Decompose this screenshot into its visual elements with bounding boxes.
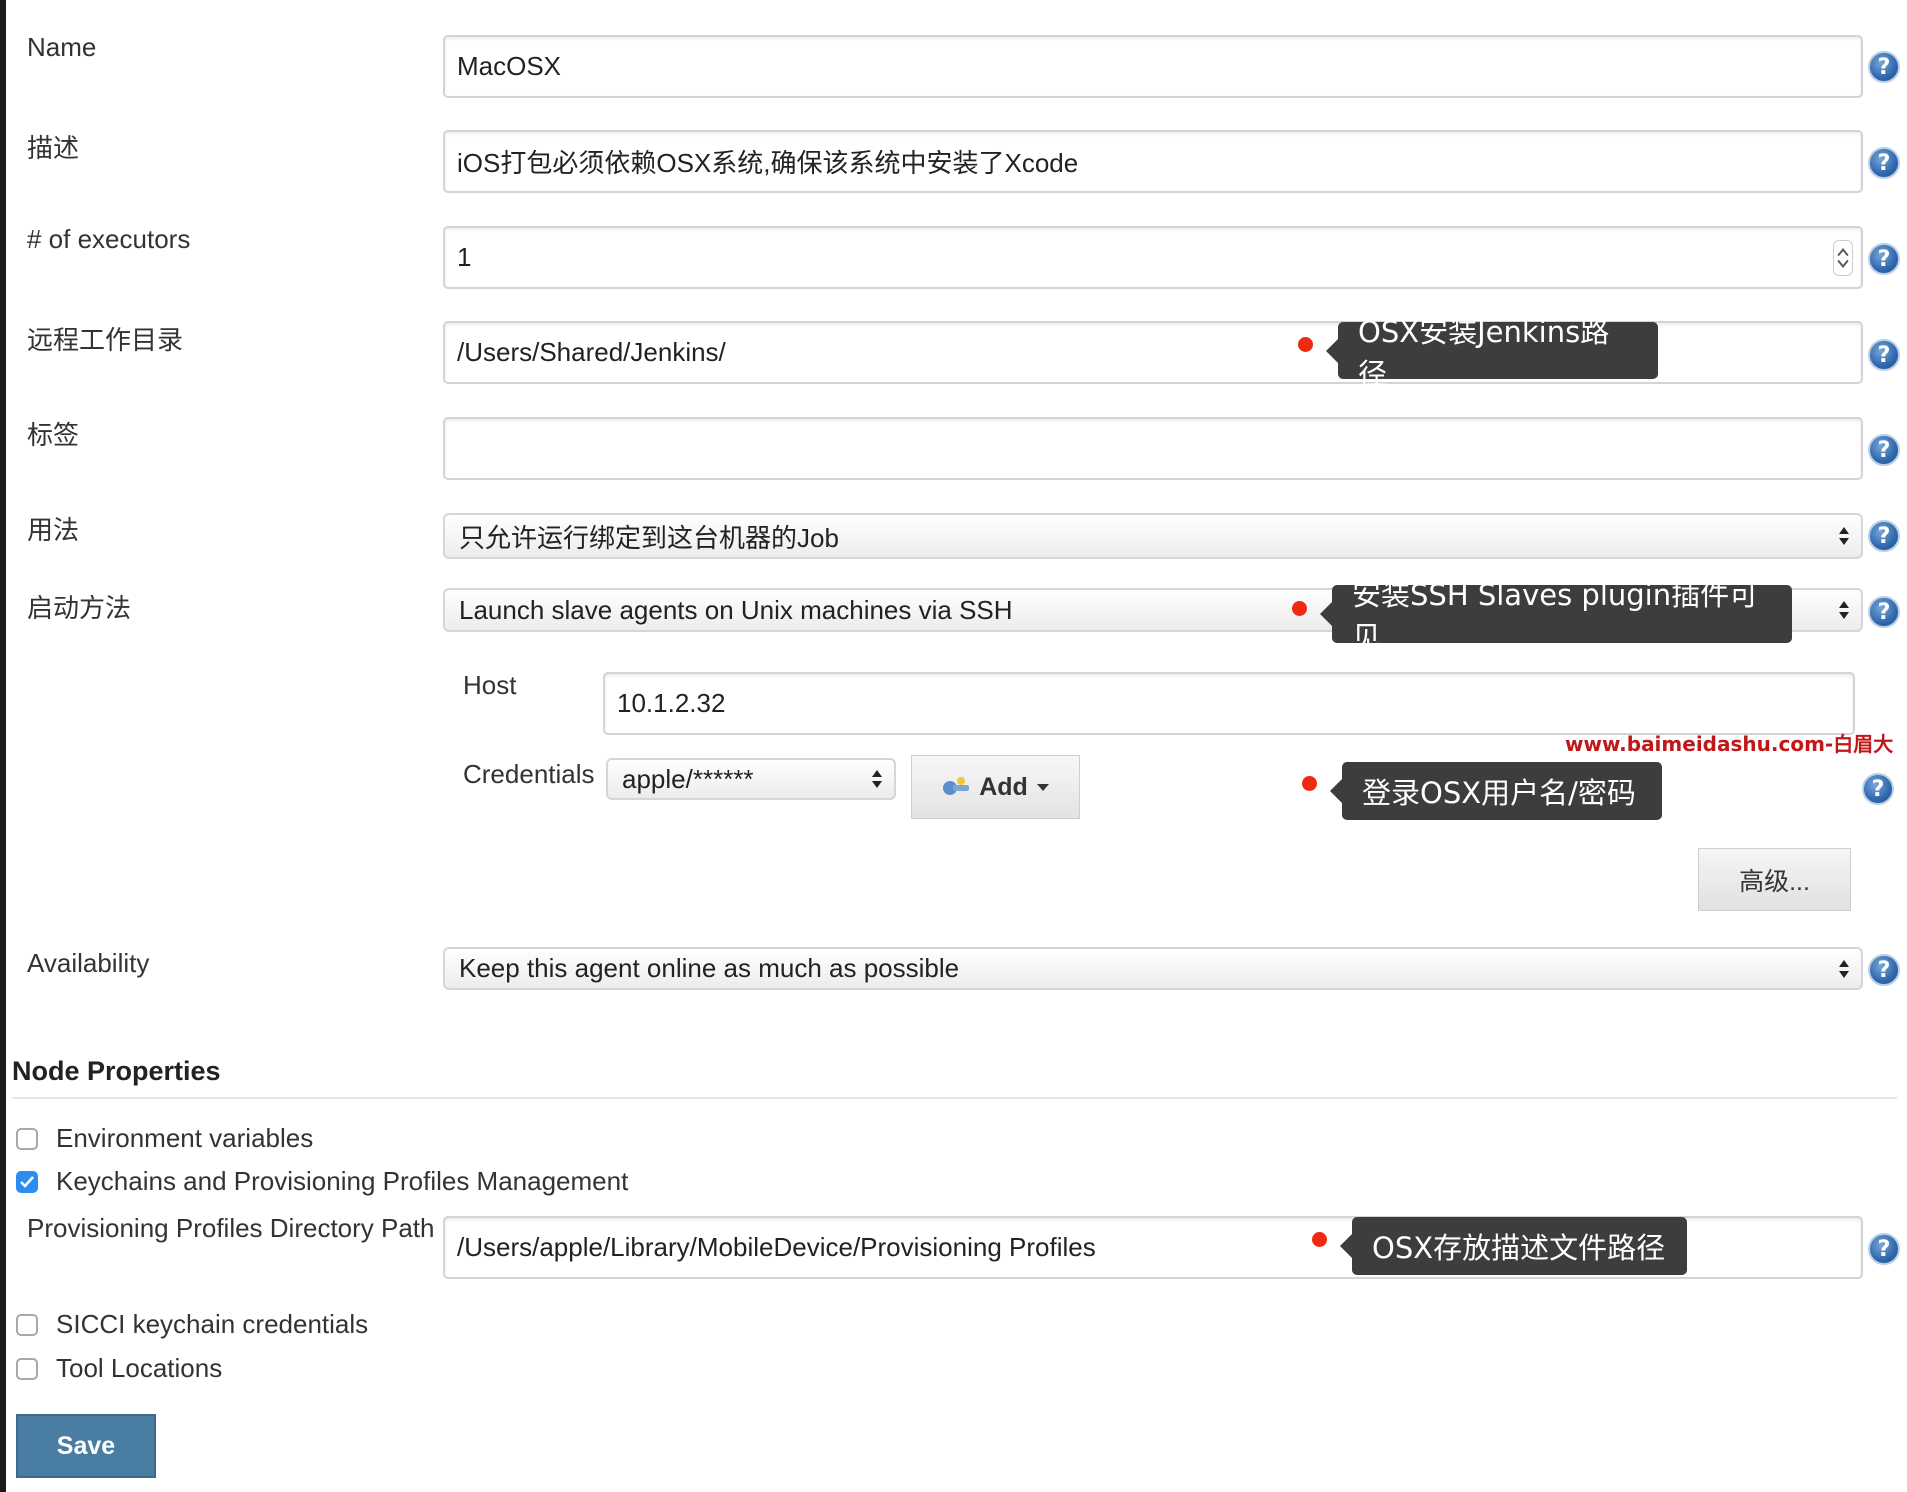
tool-locations-label: Tool Locations: [56, 1353, 223, 1383]
credentials-select[interactable]: apple/******: [606, 758, 896, 800]
left-edge-bar: [0, 0, 6, 1492]
availability-selected: Keep this agent online as much as possib…: [459, 953, 960, 983]
credentials-label: Credentials: [463, 759, 595, 789]
remote-dir-value: /Users/Shared/Jenkins/: [457, 337, 726, 367]
help-icon[interactable]: ?: [1868, 339, 1900, 371]
credentials-selected: apple/******: [622, 763, 754, 794]
tool-locations-checkbox[interactable]: [16, 1358, 38, 1380]
env-vars-checkbox[interactable]: [16, 1128, 38, 1150]
host-value: 10.1.2.32: [617, 688, 726, 718]
usage-select[interactable]: 只允许运行绑定到这台机器的Job: [443, 513, 1863, 559]
save-button[interactable]: Save: [16, 1414, 156, 1478]
help-icon[interactable]: ?: [1868, 51, 1900, 83]
node-properties-title: Node Properties: [12, 1056, 221, 1086]
launch-method-label: 启动方法: [27, 593, 132, 623]
name-input[interactable]: MacOSX: [443, 35, 1863, 98]
annotation-profiles-path: OSX存放描述文件路径: [1352, 1217, 1687, 1275]
keychains-label: Keychains and Provisioning Profiles Mana…: [56, 1166, 629, 1196]
checkmark-icon: [20, 1176, 34, 1188]
help-icon[interactable]: ?: [1868, 596, 1900, 628]
select-arrows-icon: [1839, 527, 1849, 545]
tags-label: 标签: [27, 420, 80, 450]
tags-input[interactable]: [443, 417, 1863, 480]
select-arrows-icon: [872, 770, 882, 788]
caret-down-icon: [1036, 784, 1049, 791]
availability-select[interactable]: Keep this agent online as much as possib…: [443, 947, 1863, 990]
sicci-checkbox[interactable]: [16, 1314, 38, 1336]
annotation-dot: [1292, 601, 1307, 616]
add-label: Add: [979, 772, 1028, 801]
keychains-checkbox[interactable]: [16, 1171, 38, 1193]
executors-value: 1: [457, 242, 472, 272]
prov-path-value: /Users/apple/Library/MobileDevice/Provis…: [457, 1232, 1096, 1262]
host-label: Host: [463, 670, 517, 700]
annotation-jenkins-path: OSX安装Jenkins路径: [1338, 315, 1658, 391]
launch-method-selected: Launch slave agents on Unix machines via…: [459, 594, 1013, 625]
help-icon[interactable]: ?: [1868, 434, 1900, 466]
description-value: iOS打包必须依赖OSX系统,确保该系统中安装了Xcode: [457, 148, 1079, 178]
executors-label: # of executors: [27, 224, 191, 254]
advanced-button[interactable]: 高级...: [1698, 848, 1851, 911]
executors-input[interactable]: 1: [443, 226, 1863, 289]
help-icon[interactable]: ?: [1868, 243, 1900, 275]
help-icon[interactable]: ?: [1862, 773, 1894, 805]
name-value: MacOSX: [457, 51, 562, 81]
env-vars-label: Environment variables: [56, 1123, 314, 1153]
usage-label: 用法: [27, 515, 80, 545]
annotation-dot: [1312, 1232, 1327, 1247]
sicci-label: SICCI keychain credentials: [56, 1309, 369, 1339]
key-icon: [943, 777, 970, 795]
prov-path-label: Provisioning Profiles Directory Path: [27, 1213, 435, 1243]
availability-label: Availability: [27, 948, 150, 978]
annotation-login: 登录OSX用户名/密码: [1342, 762, 1662, 820]
select-arrows-icon: [1839, 959, 1849, 978]
annotation-dot: [1298, 337, 1313, 352]
add-credentials-button[interactable]: Add: [911, 755, 1080, 819]
section-divider: [12, 1097, 1897, 1099]
description-input[interactable]: iOS打包必须依赖OSX系统,确保该系统中安装了Xcode: [443, 130, 1863, 193]
help-icon[interactable]: ?: [1868, 954, 1900, 986]
host-input[interactable]: 10.1.2.32: [603, 672, 1855, 735]
description-label: 描述: [27, 133, 80, 163]
remote-dir-label: 远程工作目录: [27, 325, 184, 355]
name-label: Name: [27, 32, 97, 62]
help-icon[interactable]: ?: [1868, 147, 1900, 179]
help-icon[interactable]: ?: [1868, 520, 1900, 552]
annotation-ssh-plugin: 安装SSH Slaves plugin插件可见: [1332, 578, 1792, 654]
select-arrows-icon: [1839, 601, 1849, 619]
number-spinner-icon[interactable]: [1833, 239, 1853, 276]
usage-selected: 只允许运行绑定到这台机器的Job: [459, 522, 839, 553]
annotation-dot: [1302, 776, 1317, 791]
help-icon[interactable]: ?: [1868, 1233, 1900, 1265]
